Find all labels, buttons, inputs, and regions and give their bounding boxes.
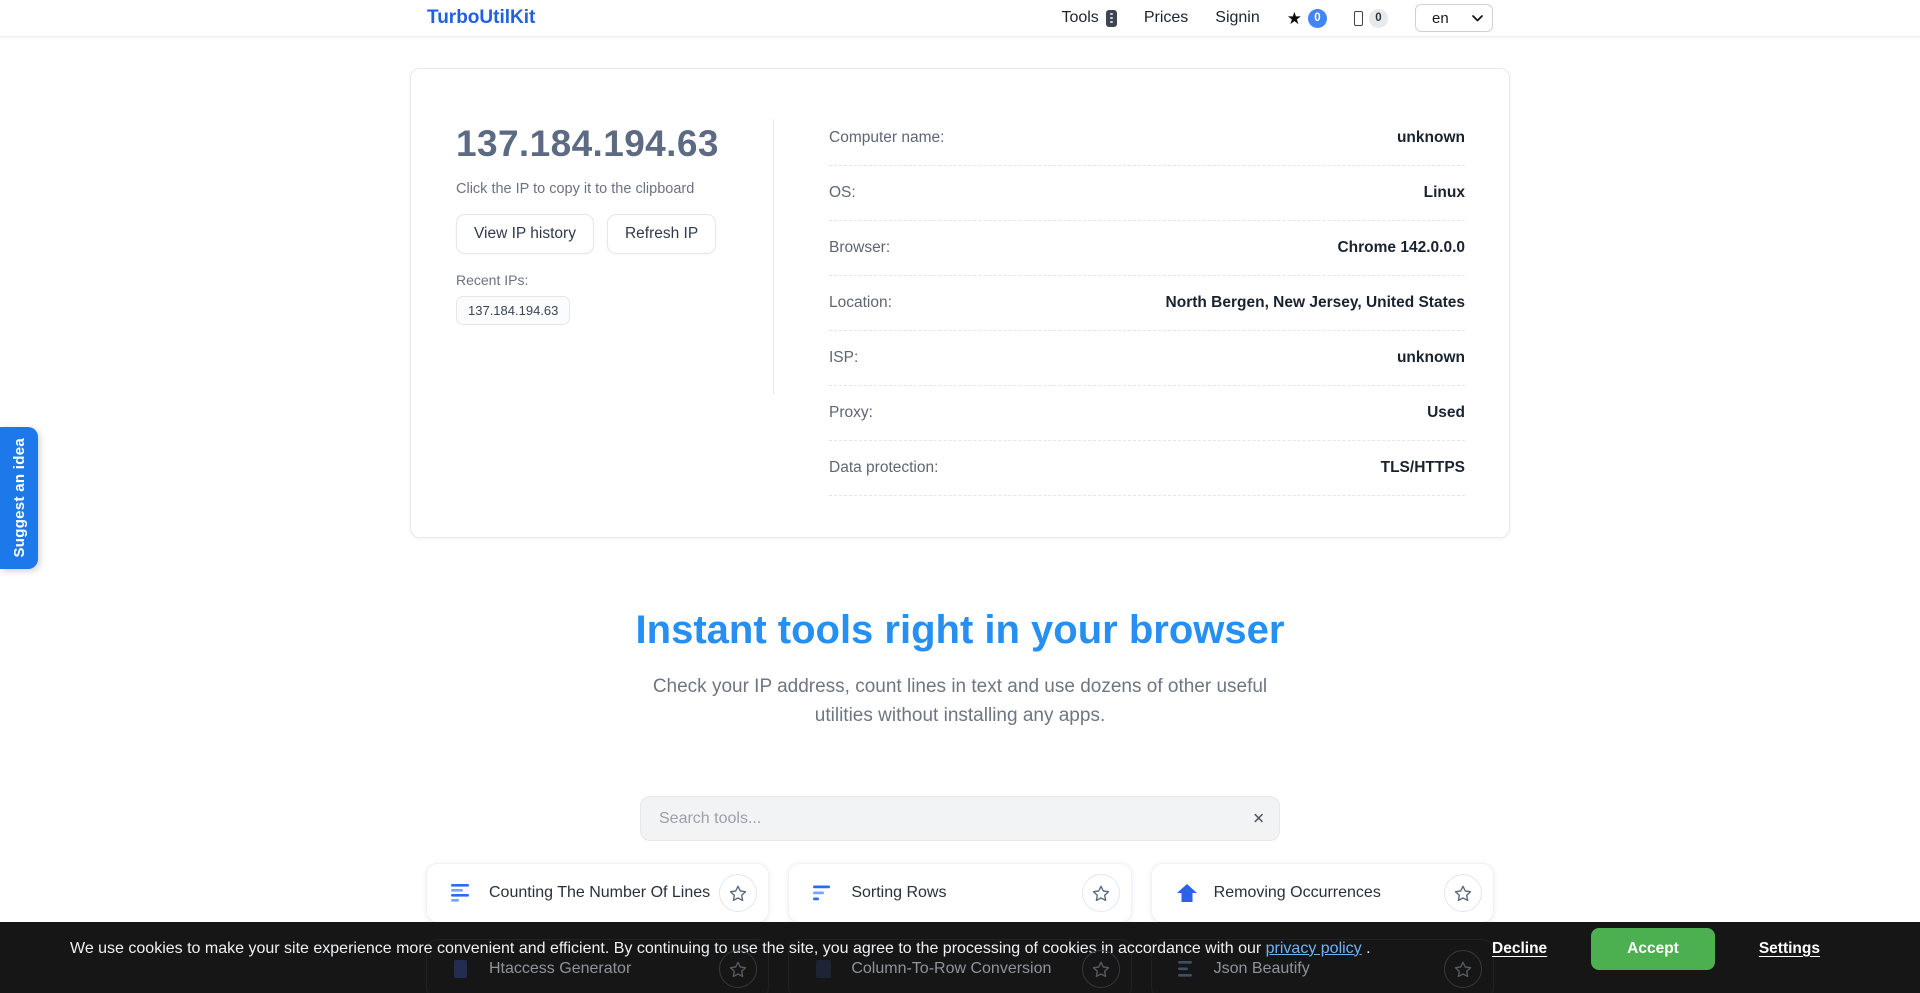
ip-info-panel: 137.184.194.63 Click the IP to copy it t… [410, 68, 1510, 538]
view-ip-history-button[interactable]: View IP history [456, 214, 594, 254]
top-navbar: TurboUtilKit Tools Prices Signin ★ 0 0 e… [0, 0, 1920, 37]
accept-button[interactable]: Accept [1591, 928, 1715, 970]
braces-lines-icon [1176, 960, 1198, 978]
suggest-idea-tab[interactable]: Suggest an idea [0, 427, 38, 569]
favorite-star-button[interactable] [1444, 874, 1482, 912]
star-outline-icon [1092, 885, 1110, 902]
info-value: TLS/HTTPS [1381, 459, 1465, 477]
ip-address[interactable]: 137.184.194.63 [456, 123, 773, 165]
tools-grid-row1: Counting The Number Of Lines Sorting Row… [426, 863, 1494, 923]
favorites-counter[interactable]: ★ 0 [1287, 9, 1327, 28]
favorite-star-button[interactable] [1082, 874, 1120, 912]
ip-summary-column: 137.184.194.63 Click the IP to copy it t… [456, 119, 774, 395]
nav-tools-menu[interactable]: Tools [1061, 9, 1116, 27]
tool-title: Counting The Number Of Lines [489, 884, 710, 902]
chevron-down-icon [1472, 15, 1483, 22]
page-title: Instant tools right in your browser [0, 606, 1920, 654]
nav-signin-link[interactable]: Signin [1215, 9, 1259, 27]
info-value: Chrome 142.0.0.0 [1337, 239, 1465, 257]
tool-card-removing-occurrences[interactable]: Removing Occurrences [1151, 863, 1494, 923]
suggest-idea-label: Suggest an idea [11, 438, 28, 558]
info-row-location: Location: North Bergen, New Jersey, Unit… [829, 276, 1465, 331]
star-outline-icon [1454, 885, 1472, 902]
nav-signin-label: Signin [1215, 9, 1259, 27]
settings-button[interactable]: Settings [1759, 940, 1820, 958]
star-outline-icon [729, 885, 747, 902]
info-label: OS: [829, 184, 856, 202]
tool-card-counting-lines[interactable]: Counting The Number Of Lines [426, 863, 769, 923]
tool-title: Column-To-Row Conversion [851, 960, 1051, 978]
clear-search-icon[interactable]: ✕ [1252, 811, 1265, 826]
star-outline-icon [1092, 961, 1110, 978]
info-row-proxy: Proxy: Used [829, 386, 1465, 441]
info-value: unknown [1397, 349, 1465, 367]
info-row-os: OS: Linux [829, 166, 1465, 221]
favorite-star-button[interactable] [719, 874, 757, 912]
tool-title: Removing Occurrences [1214, 884, 1381, 902]
history-count-badge: 0 [1369, 9, 1388, 28]
ip-copy-hint: Click the IP to copy it to the clipboard [456, 181, 773, 197]
recent-ips-label: Recent IPs: [456, 272, 773, 288]
star-outline-icon [729, 961, 747, 978]
refresh-ip-button[interactable]: Refresh IP [607, 214, 716, 254]
search-input[interactable] [640, 796, 1280, 841]
info-value: North Bergen, New Jersey, United States [1166, 294, 1465, 312]
decline-button[interactable]: Decline [1492, 940, 1547, 958]
info-label: Proxy: [829, 404, 873, 422]
language-value: en [1432, 10, 1449, 27]
tool-card-htaccess-generator[interactable]: Htaccess Generator [426, 939, 769, 993]
favorite-star-button[interactable] [1444, 950, 1482, 988]
history-counter[interactable]: 0 [1354, 9, 1388, 28]
info-value: Used [1427, 404, 1465, 422]
tool-card-json-beautify[interactable]: Json Beautify [1151, 939, 1494, 993]
info-label: Location: [829, 294, 892, 312]
info-row-isp: ISP: unknown [829, 331, 1465, 386]
info-row-browser: Browser: Chrome 142.0.0.0 [829, 221, 1465, 276]
tool-title: Htaccess Generator [489, 960, 631, 978]
list-icon [1354, 11, 1363, 26]
star-outline-icon [1454, 961, 1472, 978]
tool-card-column-to-row[interactable]: Column-To-Row Conversion [788, 939, 1131, 993]
ip-details-table: Computer name: unknown OS: Linux Browser… [774, 111, 1465, 537]
hero-subtitle: Check your IP address, count lines in te… [635, 673, 1285, 730]
info-label: Browser: [829, 239, 890, 257]
info-row-data-protection: Data protection: TLS/HTTPS [829, 441, 1465, 496]
keys-badge-icon [1106, 10, 1117, 27]
favorite-star-button[interactable] [719, 950, 757, 988]
nav-prices-link[interactable]: Prices [1144, 9, 1188, 27]
tool-title: Sorting Rows [851, 884, 946, 902]
table-icon [813, 960, 835, 978]
nav-tools-label: Tools [1061, 9, 1098, 27]
hero-section: Instant tools right in your browser Chec… [0, 606, 1920, 730]
info-row-computer-name: Computer name: unknown [829, 111, 1465, 166]
tool-card-sorting-rows[interactable]: Sorting Rows [788, 863, 1131, 923]
recent-ip-chip[interactable]: 137.184.194.63 [456, 296, 570, 325]
file-icon [451, 960, 473, 978]
sort-lines-icon [813, 884, 835, 902]
info-label: Computer name: [829, 129, 944, 147]
brand-logo[interactable]: TurboUtilKit [427, 7, 535, 29]
favorite-star-button[interactable] [1082, 950, 1120, 988]
text-lines-icon [451, 884, 473, 902]
tools-grid-row2: Htaccess Generator Column-To-Row Convers… [426, 939, 1494, 993]
eraser-arrow-icon [1176, 884, 1198, 902]
favorites-count-badge: 0 [1308, 9, 1327, 28]
star-icon: ★ [1287, 10, 1302, 27]
info-value: unknown [1397, 129, 1465, 147]
info-label: ISP: [829, 349, 858, 367]
language-select[interactable]: en [1415, 4, 1493, 32]
tool-title: Json Beautify [1214, 960, 1310, 978]
info-label: Data protection: [829, 459, 938, 477]
search-bar: ✕ [640, 796, 1280, 841]
nav-prices-label: Prices [1144, 9, 1188, 27]
info-value: Linux [1424, 184, 1465, 202]
